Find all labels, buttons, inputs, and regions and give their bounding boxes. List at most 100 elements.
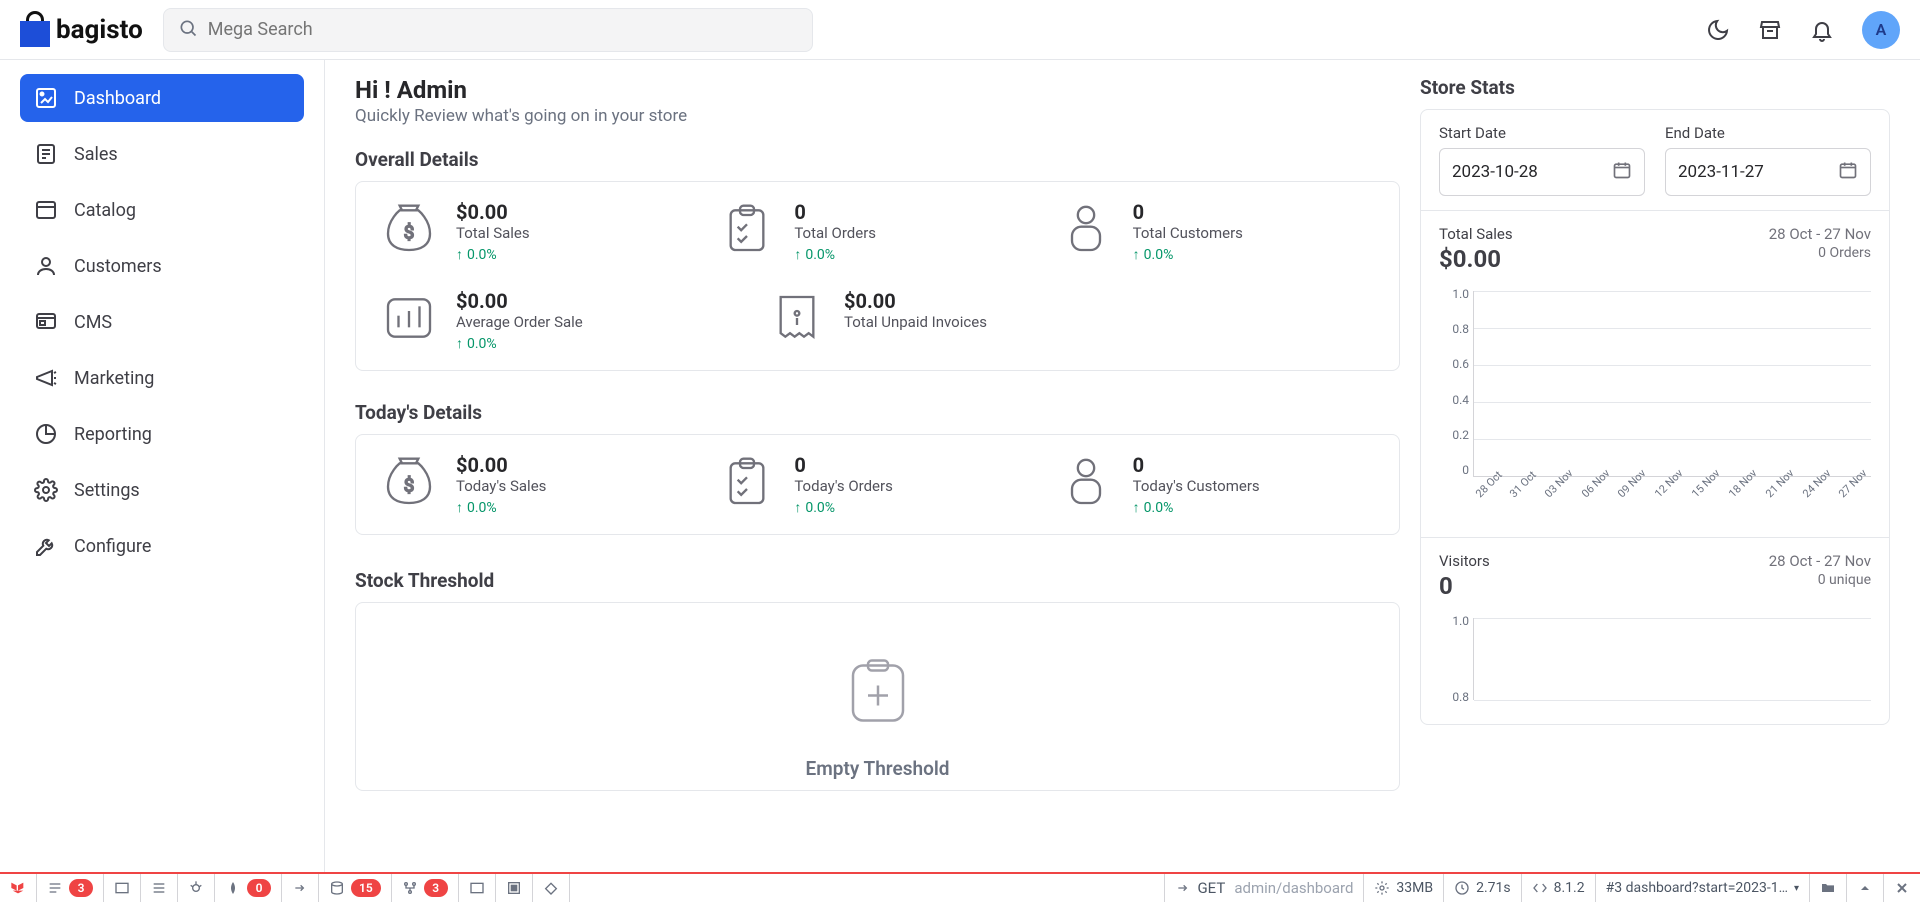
sidebar-item-catalog[interactable]: Catalog (20, 186, 304, 234)
panel-heading: Total Sales (1439, 225, 1513, 243)
sidebar-item-label: Catalog (74, 200, 136, 221)
sidebar-item-dashboard[interactable]: Dashboard (20, 74, 304, 122)
stat-label: Total Customers (1133, 224, 1243, 242)
marketing-icon (34, 366, 58, 390)
stat-label: Today's Sales (456, 477, 546, 495)
page-subtitle: Quickly Review what's going on in your s… (355, 106, 1400, 126)
store-icon[interactable] (1758, 18, 1782, 42)
debug-version[interactable]: 8.1.2 (1521, 874, 1595, 902)
sidebar-item-label: Reporting (74, 424, 152, 445)
debug-mem[interactable]: 33MB (1363, 874, 1443, 902)
stat-delta: ↑ 0.0% (794, 499, 893, 516)
sidebar-item-label: Configure (74, 536, 151, 557)
person-icon (1057, 453, 1115, 511)
money-bag-icon: $ (380, 453, 438, 511)
debug-request[interactable]: GET admin/dashboard (1164, 874, 1363, 902)
debug-exceptions[interactable] (141, 874, 178, 902)
bar-chart-icon (380, 289, 438, 347)
panel-sub: 0 Orders (1818, 245, 1871, 273)
stat-label: Total Unpaid Invoices (844, 313, 987, 331)
sidebar: Dashboard Sales Catalog Customers CMS Ma… (0, 60, 325, 872)
end-date-value: 2023-11-27 (1678, 162, 1764, 182)
stat-value: 0 (794, 200, 876, 224)
stat-total-customers: 0 Total Customers ↑ 0.0% (1057, 200, 1375, 263)
debug-time[interactable]: 2.71s (1443, 874, 1521, 902)
invoice-icon (768, 289, 826, 347)
stat-delta: ↑ 0.0% (1133, 499, 1260, 516)
stat-total-orders: 0 Total Orders ↑ 0.0% (718, 200, 1036, 263)
debug-folder-icon[interactable] (1809, 874, 1846, 902)
stock-empty-card: Empty Threshold (355, 602, 1400, 791)
debug-laravel-icon[interactable] (0, 874, 37, 902)
debug-session[interactable] (533, 874, 570, 902)
panel-heading: Visitors (1439, 552, 1490, 570)
debug-queries[interactable]: 15 (319, 874, 392, 902)
customers-icon (34, 254, 58, 278)
sidebar-item-label: Customers (74, 256, 162, 277)
search-input[interactable] (208, 19, 798, 40)
avatar[interactable]: A (1862, 11, 1900, 49)
brand-name: bagisto (56, 15, 143, 45)
debug-bug[interactable] (178, 874, 215, 902)
bag-icon (20, 13, 50, 47)
debug-close-icon[interactable] (1883, 874, 1920, 902)
calendar-icon (1612, 160, 1632, 185)
debug-views[interactable]: 0 (215, 874, 282, 902)
settings-icon (34, 478, 58, 502)
stat-today-orders: 0 Today's Orders ↑ 0.0% (718, 453, 1036, 516)
panel-sub: 0 unique (1818, 572, 1871, 600)
svg-text:$: $ (404, 221, 415, 243)
debug-models[interactable]: 3 (392, 874, 459, 902)
sidebar-item-label: CMS (74, 312, 112, 333)
stat-label: Today's Customers (1133, 477, 1260, 495)
panel-range: 28 Oct - 27 Nov (1769, 225, 1871, 243)
overall-card: $ $0.00 Total Sales ↑ 0.0% 0 Total Order… (355, 181, 1400, 371)
sidebar-item-cms[interactable]: CMS (20, 298, 304, 346)
stat-unpaid-invoices: $0.00 Total Unpaid Invoices (768, 289, 987, 352)
sidebar-item-configure[interactable]: Configure (20, 522, 304, 570)
calendar-icon (1838, 160, 1858, 185)
debug-collapse-icon[interactable] (1846, 874, 1883, 902)
sidebar-item-settings[interactable]: Settings (20, 466, 304, 514)
sidebar-item-label: Settings (74, 480, 140, 501)
stat-label: Today's Orders (794, 477, 893, 495)
debug-timeline[interactable] (104, 874, 141, 902)
stat-value: $0.00 (456, 200, 530, 224)
panel-value: 0 (1439, 572, 1453, 600)
debug-messages[interactable]: 3 (37, 874, 104, 902)
sidebar-item-label: Sales (74, 144, 118, 165)
panel-range: 28 Oct - 27 Nov (1769, 552, 1871, 570)
empty-threshold-icon (838, 653, 918, 733)
sidebar-item-sales[interactable]: Sales (20, 130, 304, 178)
today-card: $ $0.00 Today's Sales ↑ 0.0% 0 Today's O… (355, 434, 1400, 535)
debug-select[interactable]: #3 dashboard?start=2023-1… ▾ (1595, 874, 1809, 902)
catalog-icon (34, 198, 58, 222)
stat-value: 0 (1133, 200, 1243, 224)
search-box[interactable] (163, 8, 813, 52)
bell-icon[interactable] (1810, 18, 1834, 42)
sidebar-item-reporting[interactable]: Reporting (20, 410, 304, 458)
debug-mails[interactable] (459, 874, 496, 902)
start-date-input[interactable]: 2023-10-28 (1439, 148, 1645, 196)
debug-gate[interactable] (496, 874, 533, 902)
sidebar-item-marketing[interactable]: Marketing (20, 354, 304, 402)
sidebar-item-label: Dashboard (74, 88, 161, 109)
theme-toggle-icon[interactable] (1706, 18, 1730, 42)
brand-logo[interactable]: bagisto (20, 13, 143, 47)
stat-value: 0 (794, 453, 893, 477)
start-date-value: 2023-10-28 (1452, 162, 1538, 182)
debug-route[interactable] (282, 874, 319, 902)
sales-icon (34, 142, 58, 166)
empty-label: Empty Threshold (806, 757, 950, 780)
today-title: Today's Details (355, 401, 1400, 424)
stat-label: Total Sales (456, 224, 530, 242)
end-date-input[interactable]: 2023-11-27 (1665, 148, 1871, 196)
panel-value: $0.00 (1439, 245, 1501, 273)
store-stats-title: Store Stats (1420, 76, 1890, 99)
stock-title: Stock Threshold (355, 569, 1400, 592)
configure-icon (34, 534, 58, 558)
end-date-label: End Date (1665, 124, 1871, 142)
sidebar-item-customers[interactable]: Customers (20, 242, 304, 290)
avatar-initial: A (1876, 20, 1887, 39)
stat-today-sales: $ $0.00 Today's Sales ↑ 0.0% (380, 453, 698, 516)
